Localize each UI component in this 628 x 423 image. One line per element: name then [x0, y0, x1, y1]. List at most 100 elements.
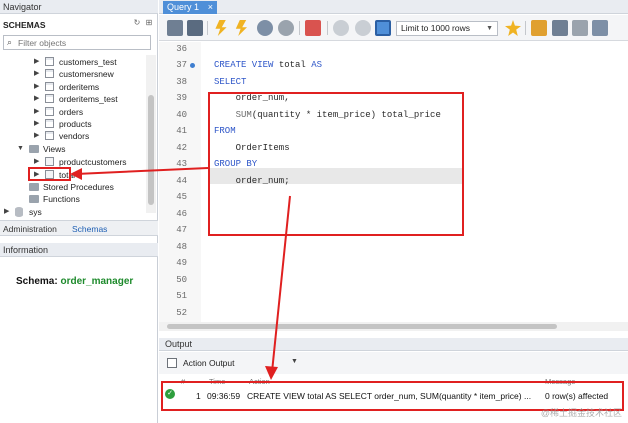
database-icon [15, 207, 23, 217]
close-icon[interactable]: × [208, 1, 213, 14]
execute-current-icon[interactable] [235, 20, 247, 36]
table-label: products [59, 119, 92, 129]
navigator-tabs: Administration Schemas [0, 220, 158, 236]
chevron-down-icon: ▼ [486, 25, 493, 32]
line-number: 45 [176, 192, 187, 202]
line-number: 36 [176, 44, 187, 54]
query-tabbar: Query 1 × [159, 0, 628, 14]
line-number: 46 [176, 209, 187, 219]
scrollbar-thumb[interactable] [167, 324, 557, 329]
filter-input[interactable] [18, 37, 148, 48]
toggle-autocommit-icon[interactable] [305, 20, 321, 36]
views-label: Views [43, 144, 66, 154]
watermark: @稀土掘金技术社区 [540, 408, 622, 418]
explain-icon[interactable] [257, 20, 273, 36]
line-number: 52 [176, 308, 187, 318]
line-number: 48 [176, 242, 187, 252]
line-number: 51 [176, 291, 187, 301]
chevron-down-icon[interactable]: ▼ [291, 358, 298, 365]
functions-label: Functions [43, 194, 80, 204]
table-label: customers_test [59, 57, 117, 67]
collapse-triangle-icon[interactable]: ▼ [17, 143, 24, 155]
limit-rows-select[interactable]: Limit to 1000 rows ▼ [396, 21, 498, 36]
expand-icon[interactable]: ⊞ [144, 18, 154, 28]
editor-toolbar: Limit to 1000 rows ▼ [159, 15, 628, 41]
editor-horizontal-scrollbar[interactable] [159, 322, 628, 331]
code-line-37: CREATE VIEW total AS [214, 60, 322, 70]
line-number: 42 [176, 143, 187, 153]
line-number: 39 [176, 93, 187, 103]
tab-administration[interactable]: Administration [3, 224, 57, 234]
schema-info-label: Schema: [16, 276, 58, 287]
stop-on-error-icon[interactable] [375, 20, 391, 36]
folder-icon [29, 195, 39, 203]
table-icon [45, 119, 54, 128]
table-label: customersnew [59, 69, 114, 79]
toolbar-separator [299, 21, 300, 35]
folder-icon [29, 145, 39, 153]
scrollbar-thumb[interactable] [148, 95, 154, 205]
folder-icon [29, 183, 39, 191]
output-mode-icon [167, 358, 177, 368]
table-icon [45, 82, 54, 91]
output-mode-label[interactable]: Action Output [183, 358, 235, 368]
output-header: Output [159, 338, 628, 351]
stop-icon[interactable] [278, 20, 294, 36]
word-wrap-icon[interactable] [592, 20, 608, 36]
line-number: 40 [176, 110, 187, 120]
save-icon[interactable] [187, 20, 203, 36]
invisible-chars-icon[interactable] [572, 20, 588, 36]
find-icon[interactable] [552, 20, 568, 36]
refresh-icon[interactable]: ↻ [132, 18, 142, 28]
table-icon [45, 57, 54, 66]
commit-icon[interactable] [333, 20, 349, 36]
table-label: orderitems_test [59, 94, 118, 104]
table-label: orderitems [59, 82, 100, 92]
open-folder-icon[interactable] [167, 20, 183, 36]
expand-triangle-icon[interactable]: ▶ [34, 56, 39, 68]
limit-rows-label: Limit to 1000 rows [401, 23, 470, 33]
keyword-as: AS [311, 60, 323, 70]
tab-schemas[interactable]: Schemas [72, 224, 107, 234]
tab-query-1[interactable]: Query 1 × [163, 1, 217, 14]
schemas-title: SCHEMAS [3, 20, 46, 30]
statement-marker-icon [190, 63, 195, 68]
toolbar-separator [525, 21, 526, 35]
execute-icon[interactable] [215, 20, 227, 36]
sql-editor[interactable]: 36 37 38 39 40 41 42 43 44 45 46 47 48 4… [159, 42, 628, 322]
main-panel: Query 1 × Limit to 1000 rows ▼ 36 37 38 … [159, 0, 628, 423]
expand-triangle-icon[interactable]: ▶ [34, 93, 39, 105]
line-number: 47 [176, 225, 187, 235]
toolbar-separator [327, 21, 328, 35]
line-number: 43 [176, 159, 187, 169]
view-icon [45, 157, 54, 166]
expand-triangle-icon[interactable]: ▶ [34, 68, 39, 80]
schema-info-value: order_manager [60, 276, 134, 287]
expand-triangle-icon[interactable]: ▶ [34, 106, 39, 118]
expand-triangle-icon[interactable]: ▶ [4, 206, 9, 218]
expand-triangle-icon[interactable]: ▶ [34, 81, 39, 93]
expand-triangle-icon[interactable]: ▶ [34, 130, 39, 142]
table-label: vendors [59, 131, 90, 141]
navigator-scrollbar[interactable] [146, 55, 156, 213]
output-toolbar: Action Output ▼ [159, 352, 628, 374]
highlight-box-sql [208, 92, 464, 236]
view-name: total [273, 60, 312, 70]
navigator-panel: Navigator SCHEMAS ↻ ⊞ ⌕ ▶ customers_test… [0, 0, 158, 423]
line-number: 38 [176, 77, 187, 87]
keyword-create-view: CREATE VIEW [214, 60, 274, 70]
table-icon [45, 107, 54, 116]
table-icon [45, 131, 54, 140]
favorite-icon[interactable] [505, 20, 521, 36]
filter-objects-input[interactable]: ⌕ [3, 35, 151, 50]
expand-triangle-icon[interactable]: ▶ [34, 118, 39, 130]
table-icon [45, 69, 54, 78]
schema-info: Schema: order_manager [16, 276, 133, 287]
beautify-icon[interactable] [531, 20, 547, 36]
highlight-box-total [28, 167, 71, 181]
rollback-icon[interactable] [355, 20, 371, 36]
line-number: 50 [176, 275, 187, 285]
query-tab-label: Query 1 [167, 2, 200, 12]
stored-procedures-label: Stored Procedures [43, 182, 114, 192]
information-header: Information [0, 243, 158, 257]
